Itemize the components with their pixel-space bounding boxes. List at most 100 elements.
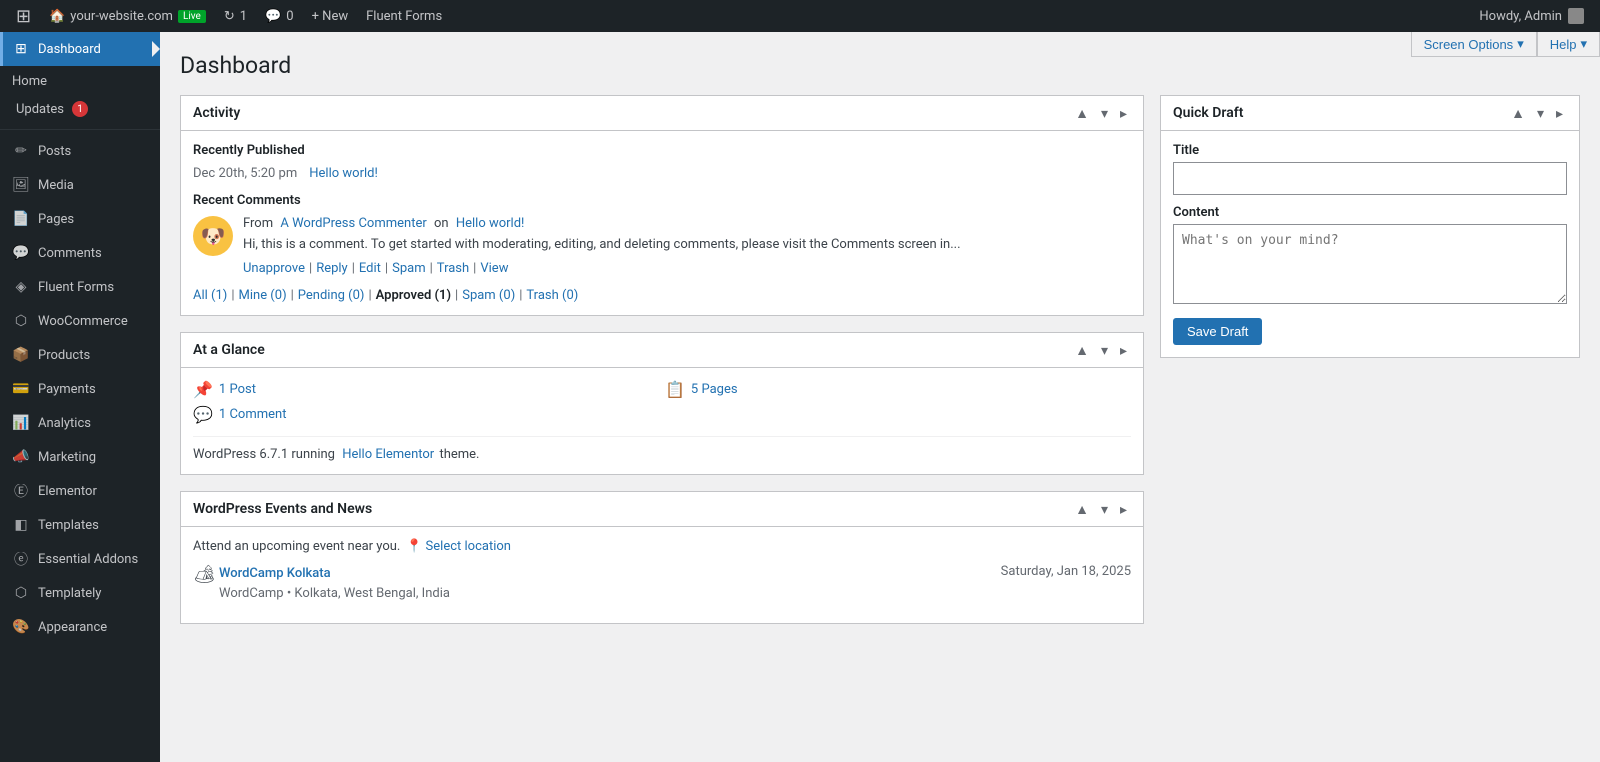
sidebar-item-products[interactable]: 📦Products — [0, 338, 160, 372]
screen-options-button[interactable]: Screen Options ▾ — [1411, 32, 1537, 57]
comments-icon: 💬 — [265, 9, 281, 24]
commenter-name-link[interactable]: A WordPress Commenter — [280, 216, 426, 231]
title-input[interactable] — [1173, 162, 1567, 195]
glance-comments-icon: 💬 — [193, 405, 213, 424]
comment-spam-link[interactable]: Spam — [392, 261, 426, 276]
comment-content: From A WordPress Commenter on Hello worl… — [243, 216, 1131, 276]
comment-actions: Unapprove | Reply | Edit | Spam | Trash — [243, 261, 1131, 276]
glance-close-btn[interactable]: ▸ — [1116, 341, 1131, 359]
revisions-bar-item[interactable]: ↻ 1 — [216, 0, 255, 32]
sidebar-item-woocommerce[interactable]: ⬡WooCommerce — [0, 304, 160, 338]
sidebar-updates-link[interactable]: Updates 1 — [0, 97, 160, 125]
site-name-bar-item[interactable]: 🏠 your-website.com Live — [41, 0, 214, 32]
draft-collapse-down-btn[interactable]: ▾ — [1533, 104, 1548, 122]
event-meta: 🏕 WordCamp Kolkata — [193, 564, 331, 584]
screen-options-label: Screen Options — [1424, 37, 1514, 52]
sidebar-item-elementor[interactable]: ⒺElementor — [0, 474, 160, 508]
event-location: WordCamp • Kolkata, West Bengal, India — [193, 586, 1131, 601]
main-content: Dashboard Activity ▲ ▾ ▸ Recently Pu — [160, 32, 1600, 762]
draft-close-btn[interactable]: ▸ — [1552, 104, 1567, 122]
glance-widget-controls: ▲ ▾ ▸ — [1071, 341, 1131, 359]
sidebar-item-comments[interactable]: 💬Comments — [0, 236, 160, 270]
sidebar-item-marketing[interactable]: 📣Marketing — [0, 440, 160, 474]
filter-trash[interactable]: Trash (0) — [526, 288, 578, 303]
live-badge: Live — [178, 10, 206, 23]
comment-unapprove-link[interactable]: Unapprove — [243, 261, 305, 276]
sidebar-item-media[interactable]: 🖼Media — [0, 168, 160, 202]
glance-theme-link[interactable]: Hello Elementor — [342, 447, 434, 462]
events-collapse-up-btn[interactable]: ▲ — [1071, 500, 1093, 518]
filter-all[interactable]: All (1) — [193, 288, 227, 303]
updates-badge: 1 — [72, 101, 88, 117]
sidebar-item-templately[interactable]: ⬡Templately — [0, 576, 160, 610]
filter-mine[interactable]: Mine (0) — [239, 288, 287, 303]
sidebar-item-appearance[interactable]: 🎨Appearance — [0, 610, 160, 644]
comments-bar-item[interactable]: 💬 0 — [257, 0, 302, 32]
activity-post-link[interactable]: Hello world! — [309, 166, 378, 181]
glance-comments[interactable]: 💬 1 Comment — [193, 405, 659, 424]
quick-draft-widget-header: Quick Draft ▲ ▾ ▸ — [1161, 96, 1579, 131]
sidebar-label-appearance: Appearance — [38, 620, 107, 635]
glance-collapse-up-btn[interactable]: ▲ — [1071, 341, 1093, 359]
comments-icon: 💬 — [12, 244, 30, 262]
dashboard-icon: ⊞ — [12, 40, 30, 58]
content-textarea[interactable] — [1173, 224, 1567, 304]
templately-icon: ⬡ — [12, 584, 30, 602]
sidebar-dashboard-label: Dashboard — [38, 42, 101, 57]
quick-draft-widget-title: Quick Draft — [1173, 105, 1243, 121]
sidebar-label-posts: Posts — [38, 144, 71, 159]
sidebar-item-dashboard[interactable]: ⊞ Dashboard — [0, 32, 160, 66]
sidebar: ⊞ Dashboard Home Updates 1 ✏Posts🖼Media📄… — [0, 32, 160, 762]
glance-wp-version: WordPress 6.7.1 running — [193, 447, 335, 462]
draft-collapse-up-btn[interactable]: ▲ — [1507, 104, 1529, 122]
event-name-link[interactable]: WordCamp Kolkata — [219, 566, 331, 581]
activity-widget-header: Activity ▲ ▾ ▸ — [181, 96, 1143, 131]
events-collapse-down-btn[interactable]: ▾ — [1097, 500, 1112, 518]
wp-events-desc-text: Attend an upcoming event near you. — [193, 539, 400, 554]
sidebar-label-templates: Templates — [38, 518, 99, 533]
glance-collapse-down-btn[interactable]: ▾ — [1097, 341, 1112, 359]
help-arrow-icon: ▾ — [1580, 36, 1587, 52]
sidebar-label-media: Media — [38, 178, 74, 193]
screen-options-bar: Screen Options ▾ Help ▾ — [1411, 32, 1600, 57]
sidebar-item-analytics[interactable]: 📊Analytics — [0, 406, 160, 440]
fluent-forms-bar-item[interactable]: Fluent Forms — [358, 0, 450, 32]
sidebar-item-payments[interactable]: 💳Payments — [0, 372, 160, 406]
comment-from: From A WordPress Commenter on Hello worl… — [243, 216, 1131, 231]
sidebar-item-essential-addons[interactable]: ⓔEssential Addons — [0, 542, 160, 576]
comment-from-prefix: From — [243, 216, 273, 231]
glance-posts-text: 1 Post — [219, 382, 256, 397]
sidebar-item-templates[interactable]: ◧Templates — [0, 508, 160, 542]
sidebar-home-link[interactable]: Home — [0, 66, 160, 97]
sidebar-item-pages[interactable]: 📄Pages — [0, 202, 160, 236]
pages-icon: 📄 — [12, 210, 30, 228]
sidebar-item-posts[interactable]: ✏Posts — [0, 134, 160, 168]
comment-trash-link[interactable]: Trash — [437, 261, 469, 276]
filter-approved[interactable]: Approved (1) — [376, 288, 451, 303]
save-draft-button[interactable]: Save Draft — [1173, 318, 1262, 345]
glance-posts[interactable]: 📌 1 Post — [193, 380, 659, 399]
comment-edit-link[interactable]: Edit — [359, 261, 381, 276]
sidebar-item-fluent-forms[interactable]: ◈Fluent Forms — [0, 270, 160, 304]
new-bar-item[interactable]: + New — [304, 0, 357, 32]
help-button[interactable]: Help ▾ — [1537, 32, 1600, 57]
comment-view-link[interactable]: View — [480, 261, 508, 276]
glance-wp-info: WordPress 6.7.1 running Hello Elementor … — [193, 436, 1131, 462]
quick-draft-widget: Quick Draft ▲ ▾ ▸ Title Content Save Dra… — [1160, 95, 1580, 358]
activity-collapse-down-btn[interactable]: ▾ — [1097, 104, 1112, 122]
howdy-bar-item[interactable]: Howdy, Admin — [1471, 8, 1592, 24]
comment-reply-link[interactable]: Reply — [316, 261, 348, 276]
activity-close-btn[interactable]: ▸ — [1116, 104, 1131, 122]
filter-spam[interactable]: Spam (0) — [462, 288, 515, 303]
comment-post-link[interactable]: Hello world! — [456, 216, 525, 231]
wp-logo-bar-item[interactable]: ⊞ — [8, 0, 39, 32]
event-avatar-icon: 🏕 — [193, 564, 213, 584]
select-location-link[interactable]: 📍 Select location — [406, 539, 511, 554]
revisions-icon: ↻ — [224, 9, 235, 24]
sidebar-label-payments: Payments — [38, 382, 96, 397]
glance-pages[interactable]: 📋 5 Pages — [665, 380, 1131, 399]
activity-collapse-up-btn[interactable]: ▲ — [1071, 104, 1093, 122]
elementor-icon: Ⓔ — [12, 482, 30, 500]
filter-pending[interactable]: Pending (0) — [298, 288, 365, 303]
events-close-btn[interactable]: ▸ — [1116, 500, 1131, 518]
